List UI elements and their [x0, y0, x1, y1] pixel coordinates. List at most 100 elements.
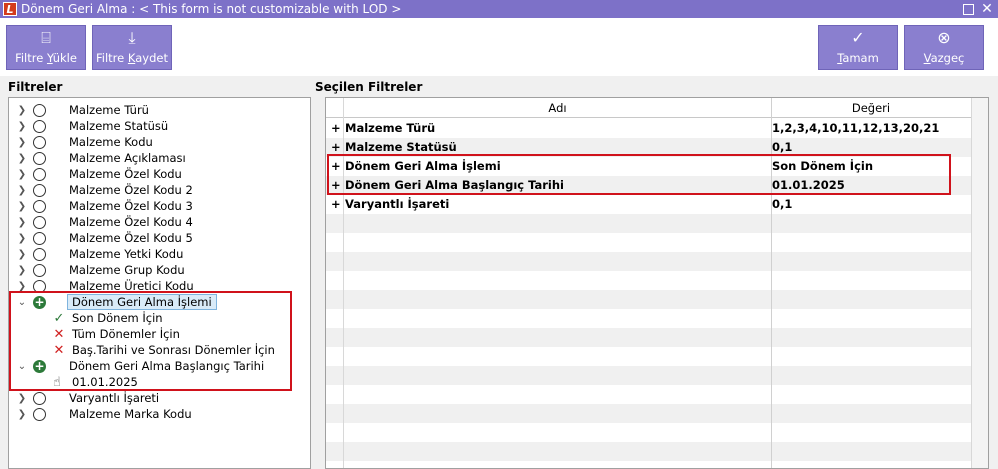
- tree-item-label: Malzeme Özel Kodu: [69, 167, 182, 181]
- grid-header: Adı Değeri: [326, 98, 988, 118]
- expand-plus-icon[interactable]: +: [331, 121, 341, 135]
- chevron-right-icon[interactable]: ❯: [17, 121, 27, 132]
- radio-icon[interactable]: [33, 103, 46, 117]
- radio-icon[interactable]: [33, 199, 46, 213]
- chevron-right-icon[interactable]: ❯: [17, 233, 27, 244]
- tree-item-label: Malzeme Grup Kodu: [69, 263, 185, 277]
- close-icon: ✕: [981, 1, 993, 17]
- cancel-button[interactable]: ⊗ Vazgeç: [904, 25, 984, 70]
- radio-icon[interactable]: [33, 231, 46, 245]
- tree-item[interactable]: ❯ Malzeme Statüsü: [9, 118, 309, 134]
- empty-row: [326, 328, 971, 347]
- filter-save-button[interactable]: ⤓ Filtre Kaydet: [92, 25, 172, 70]
- chevron-right-icon[interactable]: ❯: [17, 137, 27, 148]
- empty-row: [326, 233, 971, 252]
- tree-item-label: Malzeme Özel Kodu 4: [69, 215, 193, 229]
- empty-row: [326, 252, 971, 271]
- column-header-value[interactable]: Değeri: [771, 101, 971, 115]
- filters-heading: Filtreler: [8, 80, 63, 94]
- radio-icon[interactable]: [33, 151, 46, 165]
- chevron-right-icon[interactable]: ❯: [17, 105, 27, 116]
- radio-icon[interactable]: [33, 135, 46, 149]
- chevron-right-icon[interactable]: ❯: [17, 217, 27, 228]
- tree-item-label: Varyantlı İşareti: [69, 391, 160, 405]
- tree-item[interactable]: ❯ Malzeme Özel Kodu: [9, 166, 309, 182]
- tree-item[interactable]: ❯ Varyantlı İşareti: [9, 390, 309, 406]
- maximize-icon: [962, 3, 974, 15]
- maximize-button[interactable]: [960, 1, 976, 17]
- expand-plus-icon[interactable]: +: [331, 197, 341, 211]
- chevron-right-icon[interactable]: ❯: [17, 169, 27, 180]
- tree-item[interactable]: ❯ Malzeme Özel Kodu 5: [9, 230, 309, 246]
- row-value: 1,2,3,4,10,11,12,13,20,21: [772, 121, 940, 135]
- radio-icon[interactable]: [33, 119, 46, 133]
- cancel-label: Vazgeç: [923, 51, 965, 65]
- row-name: Malzeme Türü: [345, 121, 436, 135]
- ok-button[interactable]: ✓ Tamam: [818, 25, 898, 70]
- radio-icon[interactable]: [33, 407, 46, 421]
- table-row[interactable]: + Malzeme Türü 1,2,3,4,10,11,12,13,20,21: [326, 119, 971, 138]
- highlight-box: [9, 291, 292, 391]
- radio-icon[interactable]: [33, 215, 46, 229]
- chevron-right-icon[interactable]: ❯: [17, 185, 27, 196]
- app-logo-icon: L: [3, 2, 17, 16]
- empty-row: [326, 271, 971, 290]
- chevron-right-icon[interactable]: ❯: [17, 265, 27, 276]
- column-header-name[interactable]: Adı: [344, 101, 771, 115]
- empty-row: [326, 366, 971, 385]
- tree-item[interactable]: ❯ Malzeme Türü: [9, 102, 309, 118]
- tree-item-label: Malzeme Kodu: [69, 135, 153, 149]
- download-icon: ⤓: [128, 28, 136, 47]
- row-value: 0,1: [772, 197, 793, 211]
- tree-item-label: Malzeme Türü: [69, 103, 149, 117]
- checkmark-icon: ✓: [851, 28, 865, 47]
- folder-open-icon: ⌸: [41, 28, 51, 47]
- chevron-right-icon[interactable]: ❯: [17, 153, 27, 164]
- tree-item-label: Malzeme Yetki Kodu: [69, 247, 184, 261]
- chevron-right-icon[interactable]: ❯: [17, 409, 27, 420]
- tree-item-label: Malzeme Özel Kodu 2: [69, 183, 193, 197]
- close-button[interactable]: ✕: [979, 1, 995, 17]
- cancel-circle-icon: ⊗: [937, 28, 951, 47]
- table-row[interactable]: + Varyantlı İşareti 0,1: [326, 195, 971, 214]
- highlight-box: [327, 154, 951, 195]
- expand-plus-icon[interactable]: +: [331, 140, 341, 154]
- filter-save-label: Filtre Kaydet: [96, 51, 168, 65]
- filter-load-label: Filtre Yükle: [15, 51, 77, 65]
- row-name: Malzeme Statüsü: [345, 140, 457, 154]
- radio-icon[interactable]: [33, 167, 46, 181]
- chevron-right-icon[interactable]: ❯: [17, 393, 27, 404]
- tree-item-label: Malzeme Özel Kodu 3: [69, 199, 193, 213]
- radio-icon[interactable]: [33, 247, 46, 261]
- tree-item[interactable]: ❯ Malzeme Özel Kodu 4: [9, 214, 309, 230]
- window-title: Dönem Geri Alma : < This form is not cus…: [21, 2, 402, 16]
- radio-icon[interactable]: [33, 263, 46, 277]
- filter-load-button[interactable]: ⌸ Filtre Yükle: [6, 25, 86, 70]
- chevron-right-icon[interactable]: ❯: [17, 201, 27, 212]
- empty-row: [326, 290, 971, 309]
- toolbar: ⌸ Filtre Yükle ⤓ Filtre Kaydet ✓ Tamam ⊗…: [0, 18, 998, 76]
- tree-item-label: Malzeme Özel Kodu 5: [69, 231, 193, 245]
- tree-item[interactable]: ❯ Malzeme Açıklaması: [9, 150, 309, 166]
- chevron-right-icon[interactable]: ❯: [17, 281, 27, 292]
- radio-icon[interactable]: [33, 183, 46, 197]
- empty-row: [326, 404, 971, 423]
- tree-item-label: Malzeme Statüsü: [69, 119, 169, 133]
- tree-item[interactable]: ❯ Malzeme Kodu: [9, 134, 309, 150]
- vertical-scrollbar[interactable]: [971, 98, 988, 468]
- empty-row: [326, 442, 971, 461]
- empty-row: [326, 347, 971, 366]
- empty-row: [326, 309, 971, 328]
- tree-item-label: Malzeme Marka Kodu: [69, 407, 192, 421]
- tree-item[interactable]: ❯ Malzeme Özel Kodu 3: [9, 198, 309, 214]
- row-value: 0,1: [772, 140, 793, 154]
- tree-item[interactable]: ❯ Malzeme Özel Kodu 2: [9, 182, 309, 198]
- empty-row: [326, 423, 971, 442]
- chevron-right-icon[interactable]: ❯: [17, 249, 27, 260]
- radio-icon[interactable]: [33, 391, 46, 405]
- row-name: Varyantlı İşareti: [345, 197, 450, 211]
- empty-row: [326, 214, 971, 233]
- tree-item[interactable]: ❯ Malzeme Grup Kodu: [9, 262, 309, 278]
- tree-item[interactable]: ❯ Malzeme Yetki Kodu: [9, 246, 309, 262]
- tree-item[interactable]: ❯ Malzeme Marka Kodu: [9, 406, 309, 422]
